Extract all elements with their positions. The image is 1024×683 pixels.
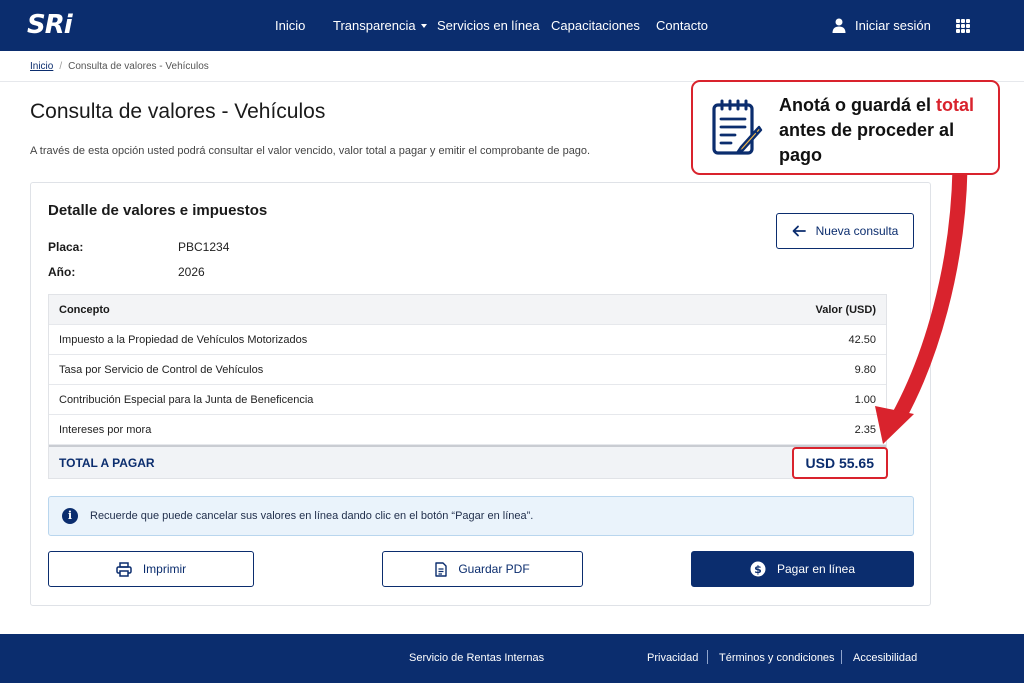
plate-value: PBC1234 bbox=[178, 240, 230, 254]
footer-link-privacidad[interactable]: Privacidad bbox=[647, 652, 698, 664]
footer-divider bbox=[841, 650, 842, 664]
nav-item-transparencia[interactable]: Transparencia bbox=[333, 0, 427, 51]
nav-item-inicio[interactable]: Inicio bbox=[275, 0, 305, 51]
total-row: TOTAL A PAGAR USD 55.65 bbox=[49, 445, 888, 479]
notepad-pencil-icon bbox=[712, 99, 763, 155]
top-navbar: SRi Inicio Transparencia Servicios en lí… bbox=[0, 0, 1024, 51]
info-message: Recuerde que puede cancelar sus valores … bbox=[90, 510, 534, 522]
table-row: Intereses por mora 2.35 bbox=[49, 415, 886, 445]
footer-divider bbox=[707, 650, 708, 664]
breadcrumb-current: Consulta de valores - Vehículos bbox=[68, 61, 209, 72]
row-value: 42.50 bbox=[848, 333, 876, 346]
table-row: Tasa por Servicio de Control de Vehículo… bbox=[49, 355, 886, 385]
print-button[interactable]: Imprimir bbox=[48, 551, 254, 587]
values-card: Detalle de valores e impuestos Placa: PB… bbox=[30, 182, 931, 606]
svg-text:$: $ bbox=[754, 563, 762, 576]
footer: Servicio de Rentas Internas Privacidad T… bbox=[0, 634, 1024, 683]
year-label: Año: bbox=[48, 265, 76, 279]
row-concept: Tasa por Servicio de Control de Vehículo… bbox=[59, 363, 264, 376]
footer-org: Servicio de Rentas Internas bbox=[409, 652, 545, 664]
user-icon bbox=[832, 18, 846, 33]
footer-link-accesibilidad[interactable]: Accesibilidad bbox=[853, 652, 917, 664]
dollar-circle-icon: $ bbox=[750, 561, 766, 577]
document-icon bbox=[435, 561, 448, 577]
callout-highlight: total bbox=[936, 95, 975, 115]
pay-online-label: Pagar en línea bbox=[776, 562, 856, 576]
total-value: USD 55.65 bbox=[791, 446, 888, 479]
save-pdf-button[interactable]: Guardar PDF bbox=[382, 551, 583, 587]
row-concept: Impuesto a la Propiedad de Vehículos Mot… bbox=[59, 333, 308, 346]
values-table: Concepto Valor (USD) Impuesto a la Propi… bbox=[48, 294, 888, 479]
login-button[interactable]: Iniciar sesión bbox=[832, 0, 931, 51]
page-title: Consulta de valores - Vehículos bbox=[30, 100, 326, 123]
table-row: Impuesto a la Propiedad de Vehículos Mot… bbox=[49, 325, 886, 355]
plate-label: Placa: bbox=[48, 240, 84, 254]
col-concept-header: Concepto bbox=[59, 303, 110, 316]
sri-logo[interactable]: SRi bbox=[27, 10, 73, 40]
page-subtitle: A través de esta opción usted podrá cons… bbox=[30, 145, 591, 157]
plate-row: Placa: PBC1234 bbox=[48, 240, 348, 256]
footer-link-terminos[interactable]: Términos y condiciones bbox=[719, 652, 835, 664]
pay-online-button[interactable]: $ Pagar en línea bbox=[691, 551, 914, 587]
row-concept: Intereses por mora bbox=[59, 423, 152, 436]
card-title: Detalle de valores e impuestos bbox=[48, 202, 268, 219]
info-icon: i bbox=[62, 508, 78, 524]
printer-icon bbox=[116, 561, 132, 577]
apps-grid-icon[interactable] bbox=[956, 19, 970, 33]
row-value: 2.35 bbox=[854, 423, 876, 436]
nav-item-capacitaciones[interactable]: Capacitaciones bbox=[551, 0, 640, 51]
arrow-left-icon bbox=[792, 225, 806, 237]
col-value-header: Valor (USD) bbox=[815, 303, 876, 316]
info-alert: i Recuerde que puede cancelar sus valore… bbox=[48, 496, 914, 536]
nav-item-servicios[interactable]: Servicios en línea bbox=[437, 0, 540, 51]
print-label: Imprimir bbox=[142, 562, 187, 576]
table-header: Concepto Valor (USD) bbox=[49, 295, 886, 325]
year-value: 2026 bbox=[178, 265, 205, 279]
row-value: 9.80 bbox=[854, 363, 876, 376]
callout-text: Anotá o guardá el total antes de procede… bbox=[779, 95, 975, 165]
table-row: Contribución Especial para la Junta de B… bbox=[49, 385, 886, 415]
row-value: 1.00 bbox=[854, 393, 876, 406]
new-query-label: Nueva consulta bbox=[815, 224, 899, 238]
row-concept: Contribución Especial para la Junta de B… bbox=[59, 393, 314, 406]
new-query-button[interactable]: Nueva consulta bbox=[776, 213, 914, 249]
save-pdf-label: Guardar PDF bbox=[458, 562, 530, 576]
login-label: Iniciar sesión bbox=[855, 18, 931, 33]
breadcrumb-home-link[interactable]: Inicio bbox=[30, 61, 53, 72]
chevron-down-icon bbox=[420, 23, 427, 28]
year-row: Año: 2026 bbox=[48, 265, 348, 281]
breadcrumb: Inicio / Consulta de valores - Vehículos bbox=[30, 61, 209, 72]
tip-callout: Anotá o guardá el total antes de procede… bbox=[691, 80, 1000, 175]
total-label: TOTAL A PAGAR bbox=[59, 455, 155, 470]
nav-item-contacto[interactable]: Contacto bbox=[656, 0, 708, 51]
